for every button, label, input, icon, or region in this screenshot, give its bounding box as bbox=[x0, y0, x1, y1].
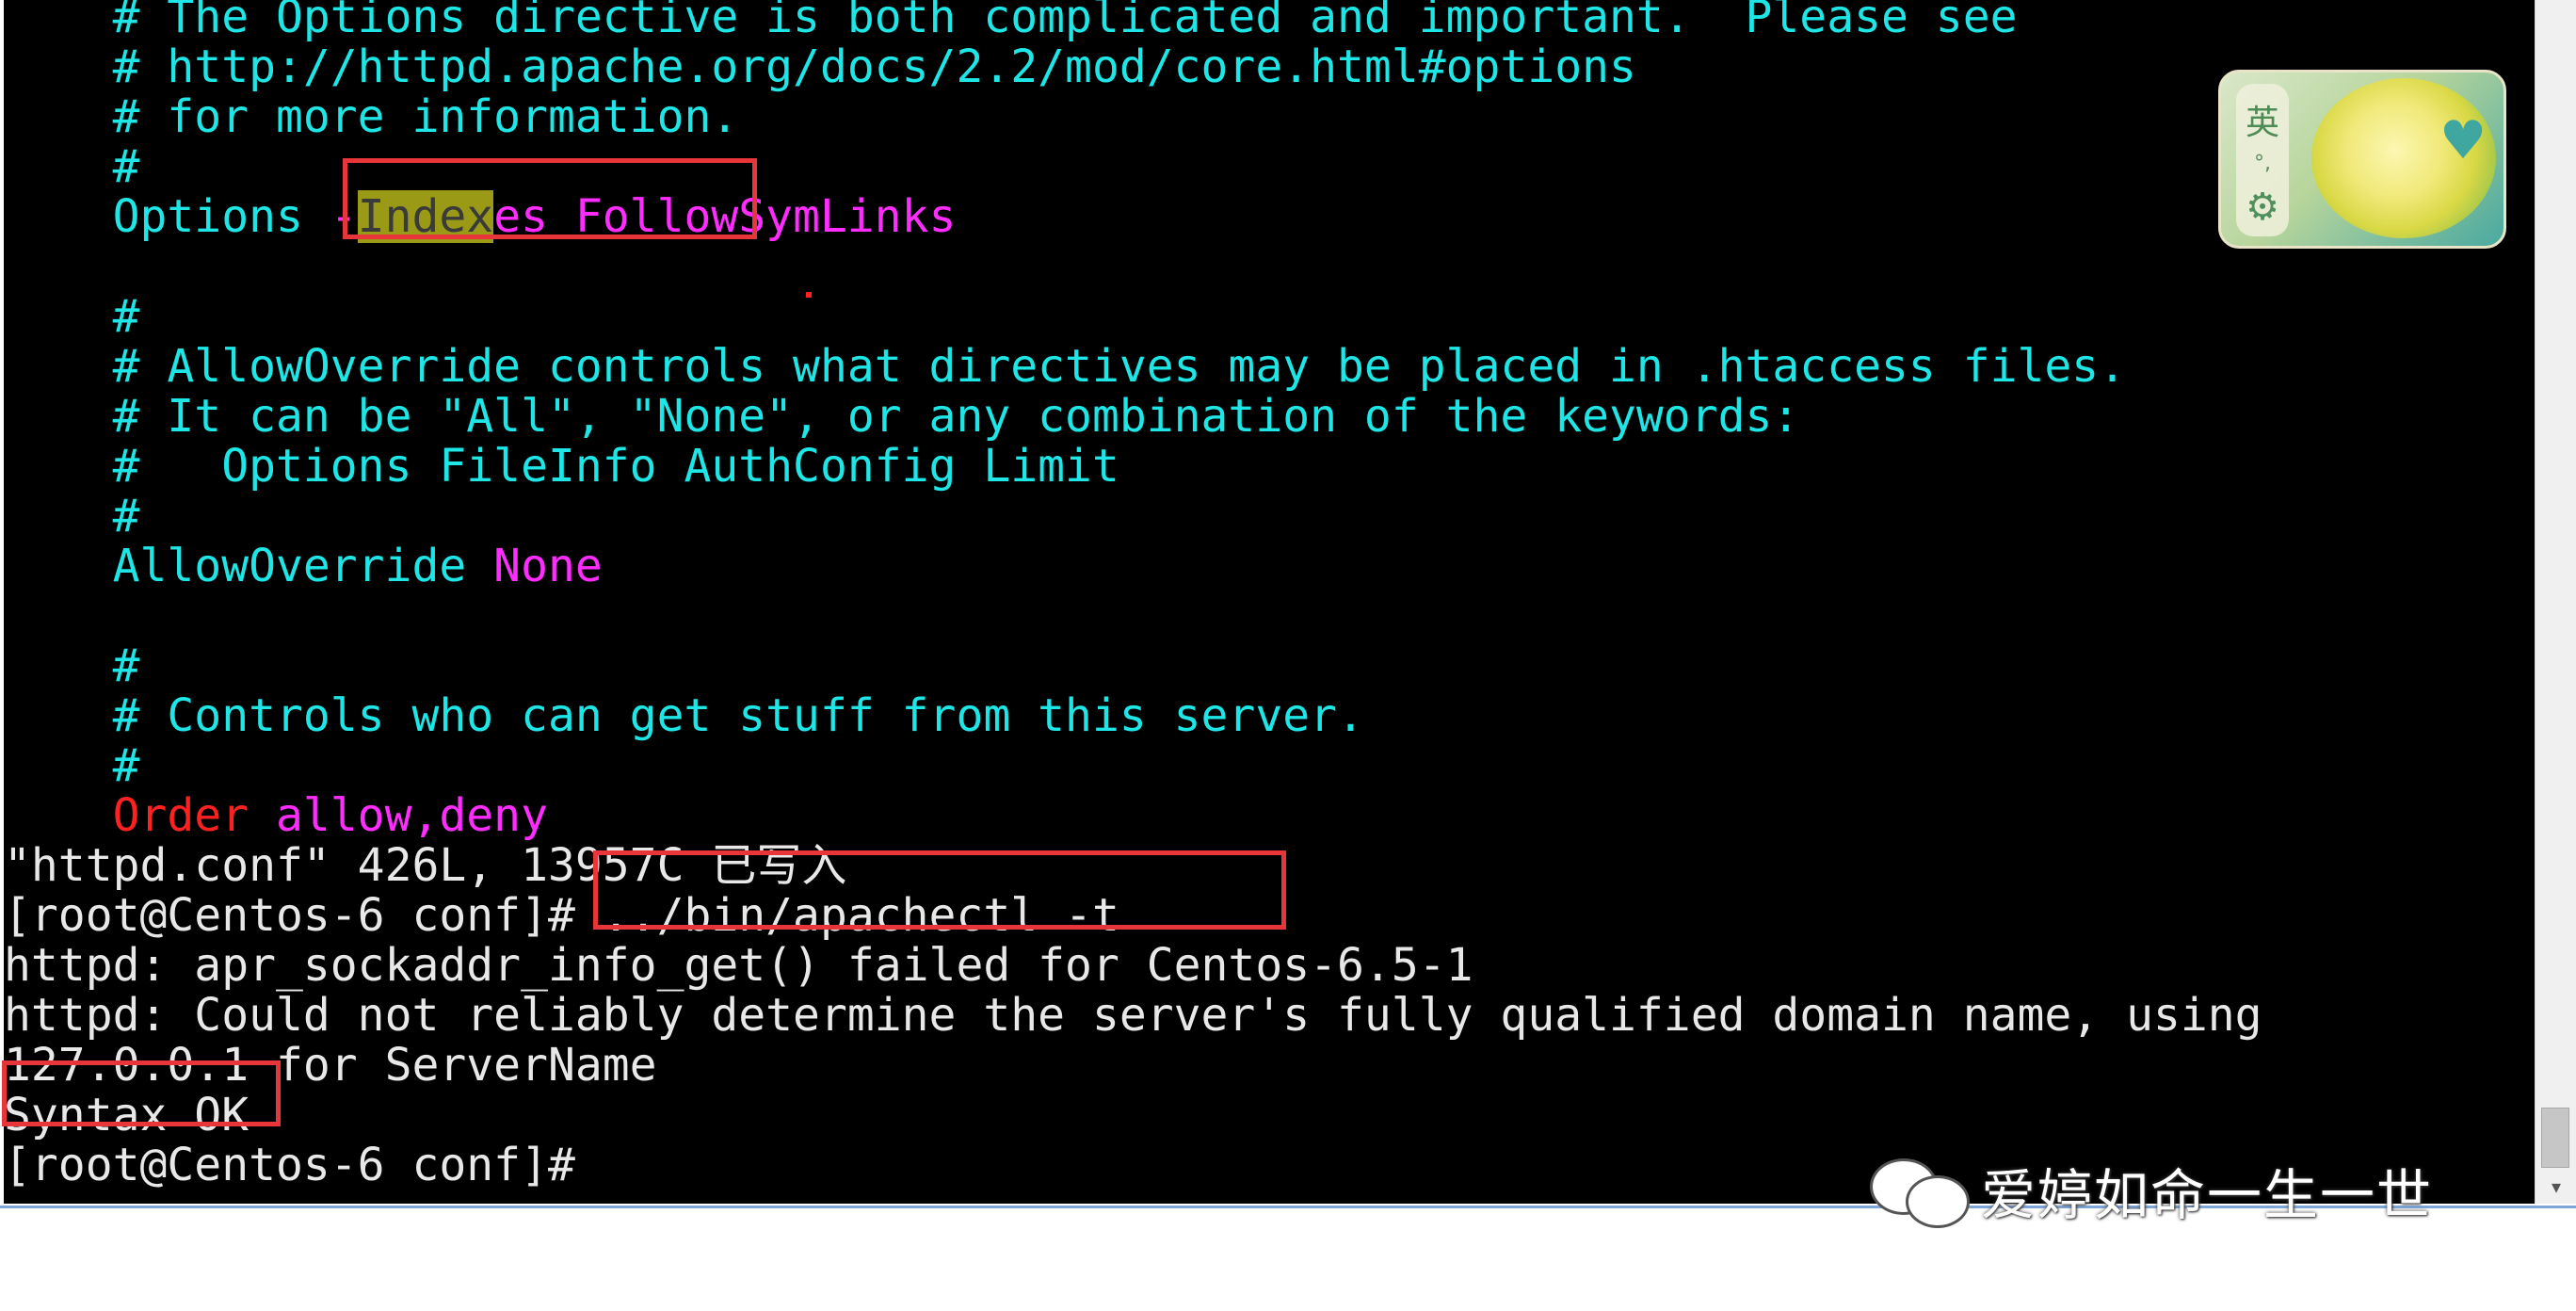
ime-toolbar: 英 °, ⚙ bbox=[2236, 84, 2289, 236]
terminal-text: None bbox=[493, 540, 603, 592]
scroll-down-arrow-icon[interactable]: ▾ bbox=[2547, 1175, 2566, 1198]
terminal-text: # Controls who can get stuff from this s… bbox=[4, 689, 1364, 742]
annotation-box-syntax-ok bbox=[2, 1060, 281, 1126]
terminal-line: # bbox=[4, 142, 140, 192]
terminal-text: Options bbox=[4, 190, 330, 243]
watermark-text: 爱婷如命一生一世 bbox=[1981, 1163, 2434, 1227]
terminal-text: httpd: Could not reliably determine the … bbox=[4, 989, 2262, 1042]
terminal-text: # http://httpd.apache.org/docs/2.2/mod/c… bbox=[4, 40, 1636, 93]
terminal-window: # The Options directive is both complica… bbox=[0, 0, 2576, 1311]
terminal-line: # bbox=[4, 492, 140, 542]
annotation-box-command bbox=[593, 850, 1286, 930]
terminal-line: httpd: Could not reliably determine the … bbox=[4, 991, 2262, 1041]
wechat-icon bbox=[1864, 1155, 1972, 1228]
terminal-text: AllowOverride bbox=[4, 540, 494, 592]
vertical-scrollbar[interactable]: ▾ bbox=[2535, 0, 2576, 1204]
terminal-line: # The Options directive is both complica… bbox=[4, 0, 2018, 43]
terminal-line: # bbox=[4, 641, 140, 691]
terminal-text: # It can be "All", "None", or any combin… bbox=[4, 390, 1800, 443]
cursor-mark bbox=[806, 292, 812, 298]
terminal-text: # The Options directive is both complica… bbox=[4, 0, 2018, 43]
terminal-line: # bbox=[4, 292, 140, 342]
terminal-line: httpd: apr_sockaddr_info_get() failed fo… bbox=[4, 941, 1473, 991]
terminal-text: # Options FileInfo AuthConfig Limit bbox=[4, 440, 1119, 493]
terminal-text: [root@Centos-6 conf]# bbox=[4, 1139, 575, 1191]
gear-icon[interactable]: ⚙ bbox=[2236, 186, 2289, 229]
terminal-line: # Options FileInfo AuthConfig Limit bbox=[4, 442, 1119, 492]
terminal-text: # bbox=[4, 490, 140, 542]
ime-widget[interactable]: ♥ 英 °, ⚙ bbox=[2218, 70, 2506, 249]
terminal-line: # AllowOverride controls what directives… bbox=[4, 342, 2126, 392]
terminal-text: # AllowOverride controls what directives… bbox=[4, 340, 2127, 393]
terminal-text: # bbox=[4, 140, 140, 193]
terminal-text: Order bbox=[4, 789, 276, 842]
terminal-text: # bbox=[4, 739, 140, 792]
terminal-line: AllowOverride None bbox=[4, 542, 603, 591]
terminal-line: Order allow,deny bbox=[4, 791, 548, 841]
heart-icon: ♥ bbox=[2439, 110, 2487, 171]
scroll-thumb[interactable] bbox=[2541, 1108, 2569, 1168]
terminal-line: [root@Centos-6 conf]# bbox=[4, 1141, 575, 1190]
terminal-text: # bbox=[4, 290, 140, 343]
terminal-line: # Controls who can get stuff from this s… bbox=[4, 691, 1364, 741]
terminal-text: httpd: apr_sockaddr_info_get() failed fo… bbox=[4, 939, 1473, 992]
annotation-box-options bbox=[343, 158, 757, 239]
terminal-text: # for more information. bbox=[4, 90, 739, 143]
terminal-line: # for more information. bbox=[4, 90, 739, 143]
ime-mode-button[interactable]: 英 bbox=[2236, 95, 2289, 144]
terminal-line: # bbox=[4, 741, 140, 791]
ime-punctuation-button[interactable]: °, bbox=[2236, 152, 2289, 175]
terminal-text: # bbox=[4, 639, 140, 692]
terminal-line: # It can be "All", "None", or any combin… bbox=[4, 390, 1800, 443]
terminal-text: allow,deny bbox=[275, 789, 548, 842]
watermark: 爱婷如命一生一世 bbox=[1864, 1155, 2433, 1228]
terminal-line: # http://httpd.apache.org/docs/2.2/mod/c… bbox=[4, 42, 1636, 92]
